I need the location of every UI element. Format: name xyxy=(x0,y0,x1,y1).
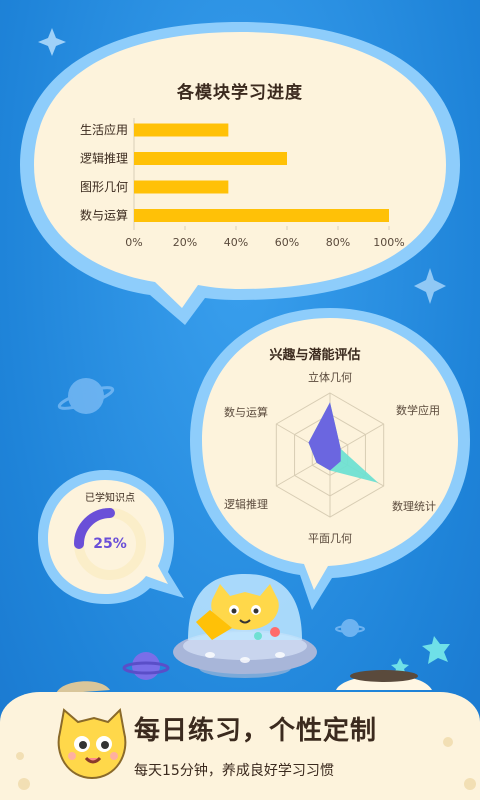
ground-decorations xyxy=(56,670,432,694)
cat-face-icon xyxy=(57,707,127,780)
footer-headline: 每日练习，个性定制 xyxy=(134,716,378,746)
footer-subline: 每天15分钟，养成良好学习习惯 xyxy=(134,763,334,779)
